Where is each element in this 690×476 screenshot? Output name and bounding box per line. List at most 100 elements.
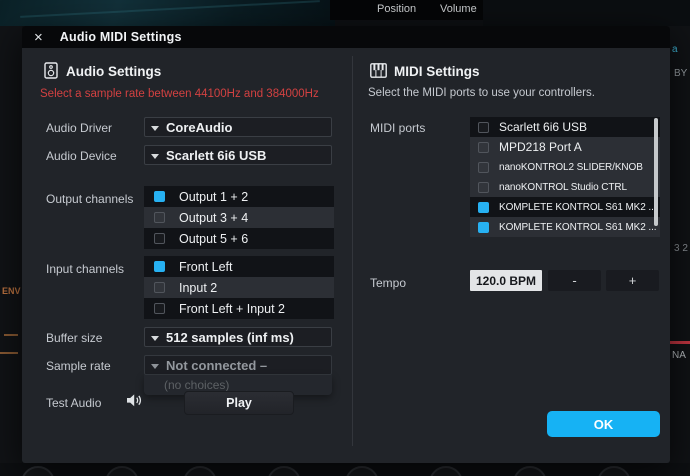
list-item[interactable]: Front Left [144, 256, 334, 277]
list-item-label: Output 5 + 6 [179, 232, 248, 246]
background-bottom-edge [0, 463, 690, 476]
audio-driver-value: CoreAudio [166, 120, 232, 135]
sample-rate-label: Sample rate [46, 359, 111, 373]
column-divider [352, 56, 353, 446]
chevron-down-icon [151, 364, 159, 369]
speaker-cabinet-icon [44, 62, 58, 84]
list-item-label: KOMPLETE KONTROL S61 MK2 ... [499, 222, 656, 233]
dialog-title: Audio MIDI Settings [60, 30, 182, 44]
sample-rate-dropdown[interactable]: Not connected – [144, 355, 332, 375]
tempo-increment-button[interactable]: + [606, 270, 659, 291]
plus-icon: + [629, 273, 637, 288]
list-item[interactable]: KOMPLETE KONTROL S61 MK2 ... [470, 197, 660, 217]
checkbox[interactable] [154, 303, 165, 314]
list-item-label: nanoKONTROL Studio CTRL [499, 182, 627, 193]
checkbox[interactable] [154, 212, 165, 223]
list-item-label: KOMPLETE KONTROL S61 MK2 ... [499, 202, 656, 213]
sample-rate-value: Not connected – [166, 358, 267, 373]
background-right-edge: a BY 3 2 NA [668, 26, 690, 476]
midi-ports-scrollbar[interactable] [654, 118, 658, 226]
list-item-label: Scarlett 6i6 USB [499, 120, 587, 134]
list-item[interactable]: Output 3 + 4 [144, 207, 334, 228]
midi-keyboard-icon [370, 63, 387, 83]
list-item-label: Front Left [179, 260, 233, 274]
midi-settings-heading: MIDI Settings [394, 64, 480, 79]
audio-driver-label: Audio Driver [46, 121, 112, 135]
list-item-label: MPD218 Port A [499, 140, 582, 154]
output-channels-list: Output 1 + 2 Output 3 + 4 Output 5 + 6 [144, 186, 334, 249]
dialog-titlebar: × Audio MIDI Settings [22, 26, 670, 48]
midi-ports-label: MIDI ports [370, 121, 425, 135]
close-icon[interactable]: × [34, 30, 43, 45]
volume-label: Volume [440, 3, 477, 15]
ok-button-label: OK [594, 417, 614, 432]
buffer-size-dropdown[interactable]: 512 samples (inf ms) [144, 327, 332, 347]
menu-item-no-choices: (no choices) [164, 378, 229, 392]
list-item[interactable]: MPD218 Port A [470, 137, 660, 157]
play-button[interactable]: Play [184, 391, 294, 415]
list-item[interactable]: Output 5 + 6 [144, 228, 334, 249]
sample-rate-warning: Select a sample rate between 44100Hz and… [40, 88, 319, 100]
checkbox[interactable] [154, 261, 165, 272]
edge-fragment: a [672, 44, 678, 55]
checkbox[interactable] [154, 233, 165, 244]
audio-settings-heading: Audio Settings [66, 64, 161, 79]
input-channels-label: Input channels [46, 262, 124, 276]
audio-driver-dropdown[interactable]: CoreAudio [144, 117, 332, 137]
audio-midi-settings-dialog: × Audio MIDI Settings Audio Settings Sel… [22, 26, 670, 463]
screen: Position Volume ENV a BY 3 2 NA × Audio … [0, 0, 690, 476]
tempo-value: 120.0 BPM [476, 274, 536, 288]
background-wallpaper [0, 0, 335, 26]
position-label: Position [377, 3, 416, 15]
play-button-label: Play [226, 396, 252, 410]
chevron-down-icon [151, 336, 159, 341]
speaker-volume-icon [126, 393, 143, 413]
env-module-label: ENV [2, 286, 21, 296]
checkbox[interactable] [478, 142, 489, 153]
edge-fragment: BY [674, 68, 687, 79]
list-item[interactable]: Front Left + Input 2 [144, 298, 334, 319]
list-item[interactable]: Input 2 [144, 277, 334, 298]
list-item[interactable]: KOMPLETE KONTROL S61 MK2 ... [470, 217, 660, 237]
background-panel-top-right [483, 0, 690, 26]
buffer-size-value: 512 samples (inf ms) [166, 330, 294, 345]
checkbox[interactable] [154, 282, 165, 293]
test-audio-label: Test Audio [46, 396, 101, 410]
chevron-down-icon [151, 126, 159, 131]
tempo-label: Tempo [370, 276, 406, 290]
background-left-edge: ENV [0, 26, 22, 476]
buffer-size-label: Buffer size [46, 331, 102, 345]
checkbox[interactable] [478, 182, 489, 193]
chevron-down-icon [151, 154, 159, 159]
list-item[interactable]: Scarlett 6i6 USB [470, 117, 660, 137]
tempo-value-field[interactable]: 120.0 BPM [470, 270, 542, 291]
checkbox[interactable] [478, 202, 489, 213]
checkbox[interactable] [478, 162, 489, 173]
list-item-label: Output 1 + 2 [179, 190, 248, 204]
midi-settings-subtitle: Select the MIDI ports to use your contro… [368, 87, 595, 99]
list-item[interactable]: nanoKONTROL2 SLIDER/KNOB [470, 157, 660, 177]
list-item-label: Front Left + Input 2 [179, 302, 285, 316]
background-toolbar: Position Volume [330, 0, 483, 20]
edge-fragment: 3 2 [674, 243, 688, 254]
input-channels-list: Front Left Input 2 Front Left + Input 2 [144, 256, 334, 319]
divider [670, 341, 690, 344]
divider [0, 352, 18, 354]
minus-icon: - [572, 273, 576, 288]
list-item[interactable]: nanoKONTROL Studio CTRL [470, 177, 660, 197]
checkbox[interactable] [478, 222, 489, 233]
audio-device-value: Scarlett 6i6 USB [166, 148, 266, 163]
checkbox[interactable] [154, 191, 165, 202]
checkbox[interactable] [478, 122, 489, 133]
list-item-label: Input 2 [179, 281, 217, 295]
list-item[interactable]: Output 1 + 2 [144, 186, 334, 207]
audio-device-dropdown[interactable]: Scarlett 6i6 USB [144, 145, 332, 165]
output-channels-label: Output channels [46, 192, 133, 206]
midi-ports-list: Scarlett 6i6 USB MPD218 Port A nanoKONTR… [470, 117, 660, 237]
list-item-label: Output 3 + 4 [179, 211, 248, 225]
edge-fragment: NA [672, 350, 686, 361]
audio-device-label: Audio Device [46, 149, 117, 163]
list-item-label: nanoKONTROL2 SLIDER/KNOB [499, 162, 643, 173]
ok-button[interactable]: OK [547, 411, 660, 437]
tempo-decrement-button[interactable]: - [548, 270, 601, 291]
